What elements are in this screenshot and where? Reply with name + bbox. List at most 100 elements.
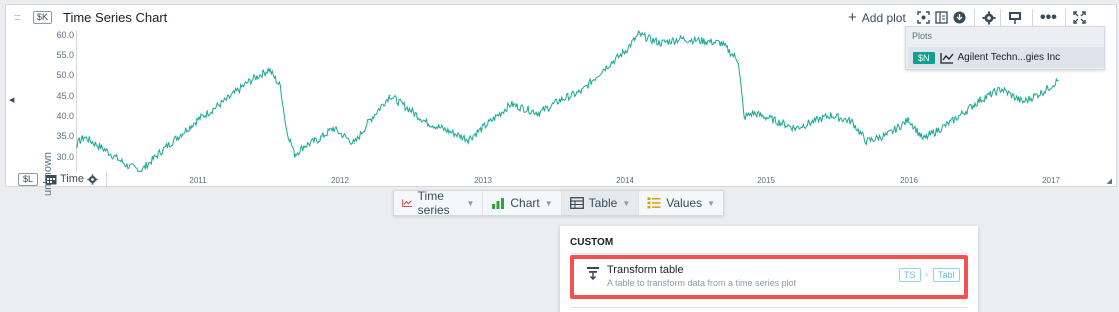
panel-title[interactable]: Time Series Chart	[63, 10, 167, 25]
data-point	[538, 112, 540, 114]
y-tick: 45.0	[56, 91, 74, 101]
data-point	[332, 127, 334, 129]
data-point	[410, 110, 412, 112]
menu-item-description: A table to transform data from a time se…	[607, 278, 797, 288]
expand-icon[interactable]	[1065, 9, 1086, 26]
x-tick: 2011	[189, 176, 207, 185]
table-button[interactable]: Table ▼	[561, 191, 640, 215]
y-tick: 55.0	[56, 50, 74, 60]
data-point	[162, 149, 163, 151]
data-point	[304, 145, 306, 147]
data-point	[581, 90, 583, 92]
table-icon	[569, 197, 584, 209]
input-type-tag: TS	[899, 268, 921, 282]
data-point	[743, 116, 745, 118]
time-settings-gear-icon	[87, 173, 98, 185]
caret-down-icon: ▼	[622, 198, 631, 208]
chart-button[interactable]: Chart ▼	[483, 191, 562, 215]
calendar-icon	[45, 174, 57, 184]
resize-handle-icon[interactable]: ◢	[1107, 177, 1112, 185]
output-type-tag: Tabl	[933, 268, 960, 282]
data-point	[1043, 90, 1045, 92]
time-series-button[interactable]: Time series ▼	[394, 189, 484, 217]
add-plot-button[interactable]: + Add plot	[848, 9, 906, 26]
source-badge[interactable]: $K	[33, 11, 53, 24]
data-point	[1022, 101, 1024, 103]
data-point	[702, 40, 704, 42]
table-menu: CUSTOM Transform table A table to transf…	[560, 226, 978, 312]
download-icon[interactable]	[953, 9, 966, 26]
present-icon[interactable]	[1000, 9, 1022, 26]
data-point	[830, 114, 832, 116]
data-point	[638, 33, 640, 35]
data-point	[353, 143, 355, 145]
x-tick: 2014	[616, 176, 634, 185]
x-tick: 2013	[474, 176, 492, 185]
data-point	[624, 51, 626, 53]
data-point	[659, 42, 661, 44]
time-series-label: Time series	[417, 189, 450, 217]
values-label: Values	[666, 196, 703, 210]
collapse-left-icon[interactable]: ◀	[9, 96, 14, 104]
values-list-icon	[647, 197, 661, 209]
x-tick: 2015	[757, 176, 775, 185]
data-point	[446, 130, 448, 131]
caret-down-icon: ▼	[466, 198, 475, 208]
y-tick: 35.0	[56, 131, 74, 141]
plots-dropdown: Plots $N Agilent Techn...gies Inc	[905, 26, 1105, 70]
data-point	[481, 127, 483, 129]
menu-section-header: CUSTOM	[570, 237, 614, 248]
time-axis-bar: $L Time 2011 2012 2013 2014 2015 2016 20…	[6, 171, 1116, 188]
data-point	[922, 138, 924, 140]
y-tick: 50.0	[56, 70, 74, 80]
x-tick: 2017	[1042, 176, 1060, 185]
data-point	[280, 86, 281, 88]
y-axis: ◀ unknown 60.0 55.0 50.0 45.0 40.0 35.0 …	[6, 30, 78, 196]
add-widget-toolbar: Time series ▼ Chart ▼ Table ▼ Values ▼	[393, 189, 724, 217]
transform-icon	[587, 267, 599, 280]
chart-label: Chart	[510, 196, 540, 210]
layout-icon[interactable]	[935, 9, 948, 26]
data-point	[1000, 88, 1002, 90]
data-point	[467, 138, 469, 140]
data-point	[851, 121, 853, 123]
caret-down-icon: ▼	[707, 198, 715, 208]
gear-icon[interactable]	[974, 9, 996, 26]
time-badge[interactable]: $L	[18, 173, 39, 186]
data-point	[83, 136, 85, 138]
data-point	[865, 140, 867, 142]
data-point	[720, 42, 722, 44]
data-point	[979, 99, 981, 101]
data-point	[105, 149, 107, 151]
time-label: Time	[60, 173, 85, 185]
values-button[interactable]: Values ▼	[639, 191, 723, 215]
caret-down-icon: ▼	[544, 198, 553, 208]
data-point	[197, 119, 199, 121]
fit-icon[interactable]	[917, 9, 930, 26]
data-point	[126, 164, 128, 166]
table-label: Table	[588, 196, 618, 210]
data-point	[225, 99, 227, 101]
chevron-right-icon: ›	[925, 269, 928, 279]
menu-item-title: Transform table	[607, 264, 684, 276]
more-icon[interactable]: •••	[1032, 9, 1057, 26]
data-point	[602, 68, 604, 70]
y-tick: 60.0	[56, 30, 74, 40]
plot-list-item[interactable]: $N Agilent Techn...gies Inc	[908, 47, 1104, 68]
divider	[570, 307, 968, 308]
drag-grip-icon[interactable]: ::::	[14, 12, 21, 22]
transform-table-menu-item[interactable]: Transform table A table to transform dat…	[570, 255, 968, 299]
data-point	[247, 81, 249, 83]
data-point	[268, 68, 270, 70]
data-point	[285, 127, 287, 129]
y-tick: 30.0	[56, 152, 74, 162]
time-axis-control[interactable]: Time	[45, 173, 98, 185]
series-badge: $N	[913, 51, 935, 64]
x-tick: 2012	[331, 176, 349, 185]
data-point	[294, 154, 296, 155]
plot-name: Agilent Techn...gies Inc	[957, 52, 1061, 63]
y-tick: 40.0	[56, 111, 74, 121]
plus-icon: +	[848, 9, 857, 26]
data-point	[752, 112, 754, 114]
data-point	[681, 38, 682, 40]
